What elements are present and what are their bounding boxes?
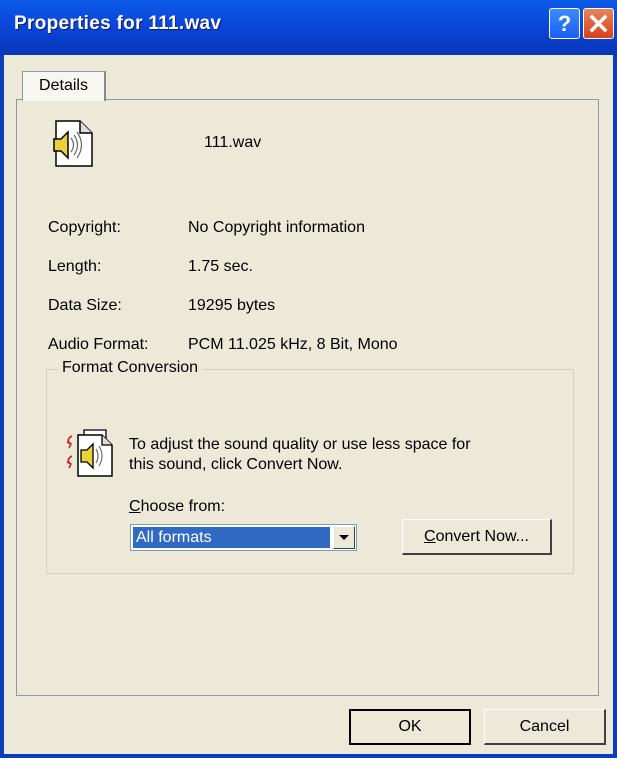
format-conversion-label: Format Conversion	[58, 359, 203, 377]
audio-format-label: Audio Format:	[48, 336, 149, 353]
wav-file-icon	[53, 120, 93, 167]
close-icon	[589, 14, 608, 33]
chevron-down-icon	[339, 535, 349, 540]
data-size-value: 19295 bytes	[188, 297, 276, 314]
choose-from-label: Choose from:	[129, 498, 225, 516]
help-icon: ?	[557, 11, 572, 36]
conversion-description-line2: this sound, click Convert Now.	[129, 456, 343, 473]
conversion-description-line1: To adjust the sound quality or use less …	[129, 436, 471, 453]
choose-from-accelerator: C	[129, 498, 141, 515]
data-size-label: Data Size:	[48, 297, 122, 314]
format-select-dropdown-button[interactable]	[333, 526, 355, 549]
help-button[interactable]: ?	[549, 8, 580, 39]
window-title: Properties for 111.wav	[14, 13, 222, 34]
ok-button[interactable]: OK	[349, 709, 471, 745]
copyright-value: No Copyright information	[188, 219, 365, 236]
copyright-label: Copyright:	[48, 219, 121, 236]
convert-now-label: onvert Now...	[435, 528, 529, 545]
convert-sound-icon	[66, 429, 113, 477]
convert-now-button[interactable]: Convert Now...	[402, 519, 552, 555]
close-button[interactable]	[583, 8, 614, 39]
length-label: Length:	[48, 258, 102, 275]
format-select-value: All formats	[133, 527, 330, 548]
cancel-button[interactable]: Cancel	[484, 709, 606, 745]
convert-now-accelerator: C	[424, 528, 436, 545]
title-bar[interactable]: Properties for 111.wav ?	[0, 0, 617, 55]
choose-from-label-text: hoose from:	[140, 498, 226, 515]
length-value: 1.75 sec.	[188, 258, 253, 275]
audio-format-value: PCM 11.025 kHz, 8 Bit, Mono	[188, 336, 398, 353]
format-select[interactable]: All formats	[130, 524, 357, 551]
file-name: 111.wav	[204, 134, 262, 151]
tab-details[interactable]: Details	[22, 71, 106, 101]
